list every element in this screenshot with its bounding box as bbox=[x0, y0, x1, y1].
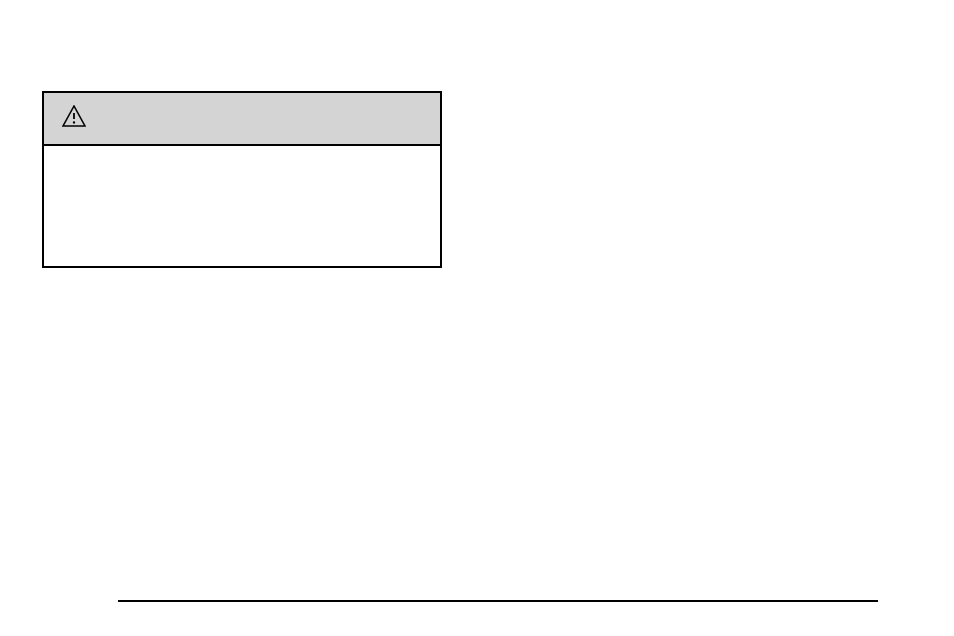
warning-box bbox=[42, 91, 442, 268]
warning-header bbox=[44, 93, 440, 146]
footer-divider bbox=[118, 600, 878, 602]
warning-body bbox=[44, 146, 440, 266]
warning-triangle-icon bbox=[62, 105, 86, 132]
